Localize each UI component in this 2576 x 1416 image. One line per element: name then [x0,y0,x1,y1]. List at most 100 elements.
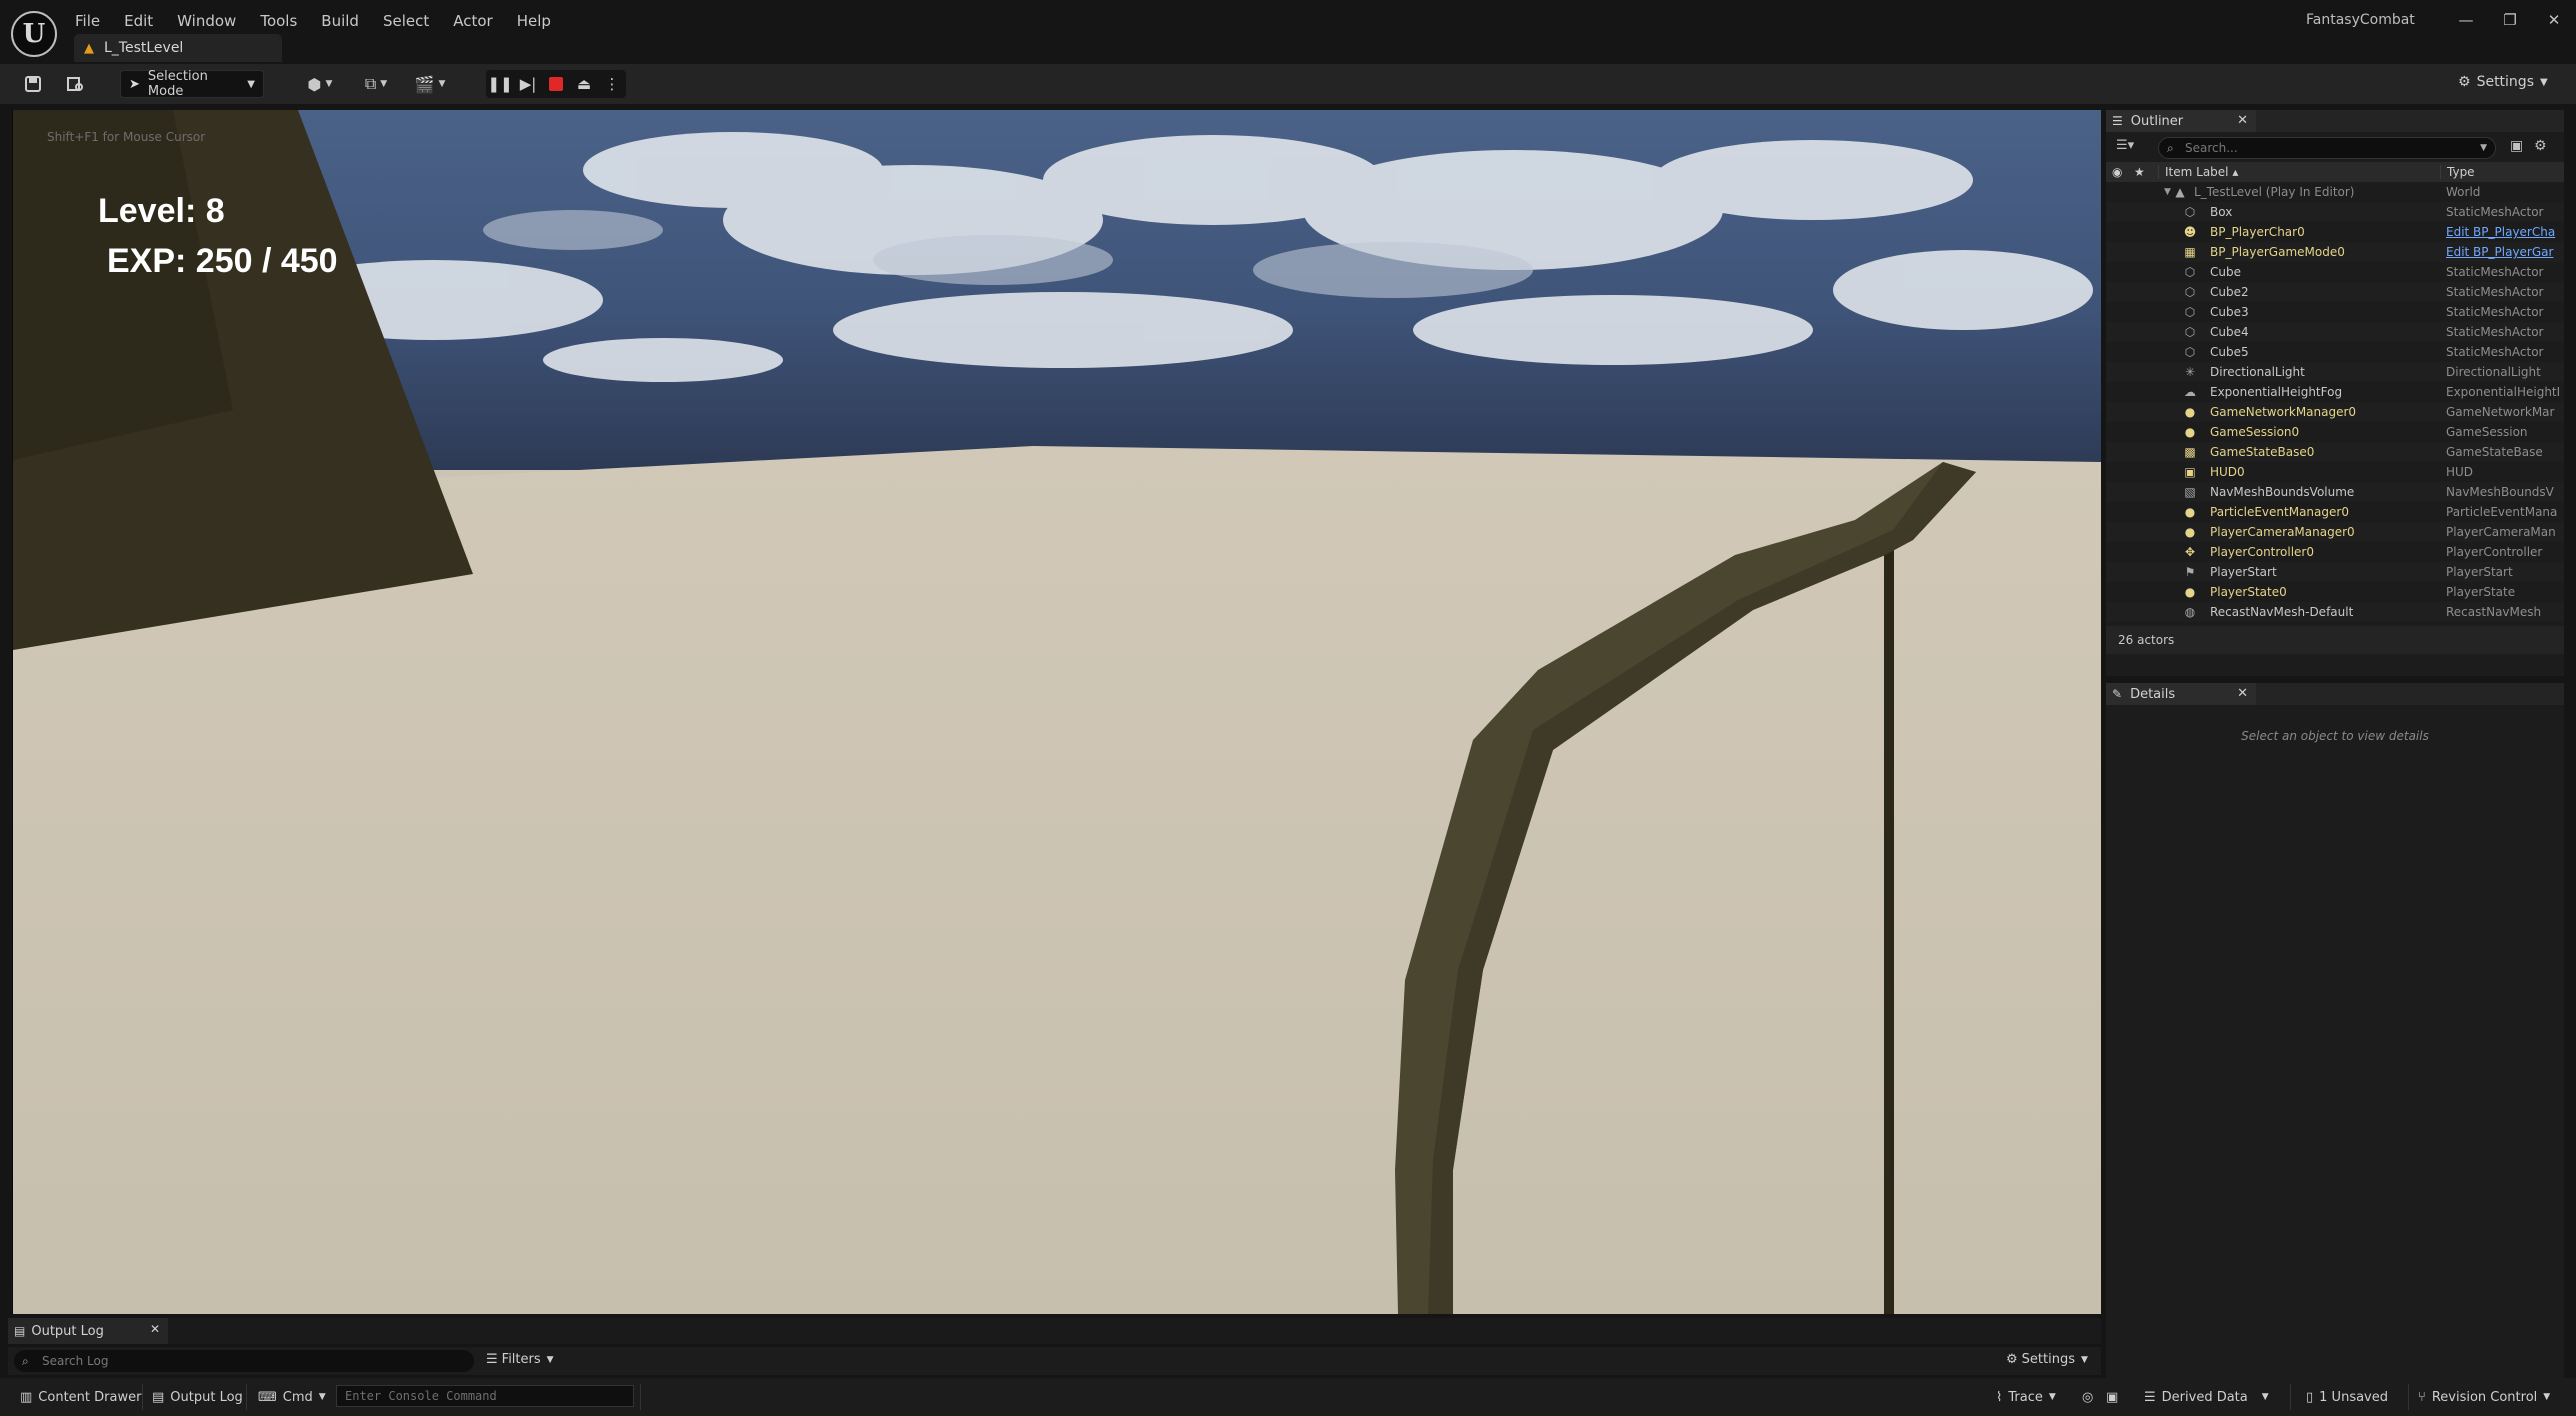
menu-help[interactable]: Help [517,12,551,30]
outliner-row[interactable]: ✳ DirectionalLight DirectionalLight [2106,362,2564,382]
cube-icon: ⬡ [2184,345,2196,359]
log-settings-button[interactable]: ⚙ Settings ▼ [2006,1352,2088,1367]
unsaved-button[interactable]: ▯ 1 Unsaved [2306,1386,2388,1408]
outliner-row[interactable]: ● GameNetworkManager0 GameNetworkMar [2106,402,2564,422]
menu-select[interactable]: Select [383,12,429,30]
project-name: FantasyCombat [2306,12,2415,28]
cmd-dropdown[interactable]: ⌨ Cmd ▼ [258,1386,326,1408]
close-icon[interactable]: ✕ [2237,686,2248,701]
trace-dropdown[interactable]: ⌇ Trace ▼ [1996,1386,2056,1408]
visibility-icon[interactable]: ◉ [2112,165,2122,179]
blueprint-icon[interactable]: ⧉ ▼ [356,73,396,95]
save-icon[interactable] [22,73,44,95]
outliner-row[interactable]: ● PlayerCameraManager0 PlayerCameraMan [2106,522,2564,542]
close-icon[interactable]: ✕ [150,1322,160,1336]
log-icon: ▤ [152,1389,165,1405]
outliner-tab-label: Outliner [2130,113,2184,129]
menu-edit[interactable]: Edit [124,12,153,30]
menu-file[interactable]: File [75,12,100,30]
minimize-icon[interactable]: — [2444,11,2488,29]
record-icon[interactable]: ◎ [2082,1386,2093,1408]
outliner-row[interactable]: ⬡ Cube4 StaticMeshActor [2106,322,2564,342]
log-search-input[interactable]: ⌕ Search Log [14,1350,474,1372]
game-viewport[interactable]: Shift+F1 for Mouse Cursor Level: 8 EXP: … [12,110,2101,1314]
browse-icon[interactable] [64,73,86,95]
chevron-down-icon: ▼ [546,1354,554,1365]
outliner-row[interactable]: ⬡ Cube2 StaticMeshActor [2106,282,2564,302]
column-item-label[interactable]: Item Label ▴ [2158,165,2238,179]
outliner-row[interactable]: ⬡ Cube3 StaticMeshActor [2106,302,2564,322]
pin-icon[interactable]: ★ [2134,165,2145,179]
settings-button[interactable]: ⚙ Settings ▼ [2458,74,2548,90]
outliner-row[interactable]: ● PlayerState0 PlayerState [2106,582,2564,602]
outliner-row-type: GameSession [2446,425,2528,439]
outliner-row-type: StaticMeshActor [2446,345,2544,359]
outliner-row[interactable]: ◍ RecastNavMesh-Default RecastNavMesh [2106,602,2564,622]
outliner-row[interactable]: ▦ BP_PlayerGameMode0 Edit BP_PlayerGar [2106,242,2564,262]
level-tab[interactable]: ▲ L_TestLevel [74,34,282,62]
outliner-row[interactable]: ▧ NavMeshBoundsVolume NavMeshBoundsV [2106,482,2564,502]
outliner-search-input[interactable]: ⌕ Search... ▼ [2158,137,2496,159]
outliner-row-type: NavMeshBoundsV [2446,485,2554,499]
outliner-row[interactable]: ☻ BP_PlayerChar0 Edit BP_PlayerCha [2106,222,2564,242]
outliner-row-type-link[interactable]: Edit BP_PlayerCha [2446,225,2562,239]
outliner-row[interactable]: ☁ ExponentialHeightFog ExponentialHeightI [2106,382,2564,402]
revision-control-button[interactable]: ⑂ Revision Control ▼ [2418,1386,2550,1408]
menu-build[interactable]: Build [321,12,359,30]
navmesh-icon: ◍ [2184,605,2196,619]
chevron-down-icon[interactable]: ▼ [2164,187,2171,197]
outliner-row-type-link[interactable]: Edit BP_PlayerGar [2446,245,2562,259]
menu-actor[interactable]: Actor [453,12,492,30]
outliner-row[interactable]: ⬡ Cube5 StaticMeshActor [2106,342,2564,362]
filters-button[interactable]: ☰ Filters ▼ [486,1352,554,1367]
output-log-button[interactable]: ▤ Output Log [152,1386,243,1408]
outliner-row[interactable]: ● GameSession0 GameSession [2106,422,2564,442]
more-options-icon[interactable]: ⋮ [598,70,626,98]
actor-icon: ● [2184,405,2196,419]
tab-details[interactable]: ✎ Details ✕ [2106,683,2256,705]
add-actor-icon[interactable]: ⬢ ▼ [300,73,340,95]
close-window-icon[interactable]: ✕ [2532,11,2576,29]
restore-icon[interactable]: ❐ [2488,11,2532,29]
eject-icon[interactable]: ⏏ [570,70,598,98]
outliner-row[interactable]: ⚑ PlayerStart PlayerStart [2106,562,2564,582]
camera-icon[interactable]: ▣ [2106,1386,2118,1408]
chevron-down-icon: ▼ [2543,1392,2551,1402]
outliner-row[interactable]: ⬡ Box StaticMeshActor [2106,202,2564,222]
cinematics-icon[interactable]: 🎬 ▼ [410,73,450,95]
gear-icon: ⚙ [2458,74,2471,90]
hud-level-text: Level: 8 [98,192,225,230]
outliner-row[interactable]: ⬡ Cube StaticMeshActor [2106,262,2564,282]
search-icon: ⌕ [22,1354,29,1368]
filter-icon[interactable]: ☰▾ [2116,138,2134,153]
outliner-row[interactable]: ▩ GameStateBase0 GameStateBase [2106,442,2564,462]
character-icon: ☻ [2183,225,2197,239]
skip-frame-icon[interactable]: ▶| [514,70,542,98]
gear-icon[interactable]: ⚙ [2534,138,2547,154]
console-command-input[interactable]: Enter Console Command [336,1385,634,1407]
unreal-logo-icon[interactable]: U [11,11,57,57]
column-type[interactable]: Type [2440,165,2475,179]
outliner-row-label: BP_PlayerChar0 [2210,225,2305,239]
menu-tools[interactable]: Tools [260,12,297,30]
tab-output-log[interactable]: ▤ Output Log ✕ [8,1318,168,1344]
derived-data-label: Derived Data [2161,1389,2248,1405]
outliner-row[interactable]: ✥ PlayerController0 PlayerController [2106,542,2564,562]
console-placeholder: Enter Console Command [345,1389,497,1403]
pause-icon[interactable]: ❚❚ [486,70,514,98]
menu-window[interactable]: Window [177,12,236,30]
outliner-row-type: PlayerStart [2446,565,2513,579]
stop-icon[interactable] [542,70,570,98]
tree-root-row[interactable]: ▼ ▲ L_TestLevel (Play In Editor) World [2106,182,2564,202]
tab-outliner[interactable]: ☰ Outliner ✕ [2106,110,2256,132]
viewport-scene [13,110,2101,1314]
close-icon[interactable]: ✕ [2237,113,2248,128]
outliner-row[interactable]: ● ParticleEventManager0 ParticleEventMana [2106,502,2564,522]
revision-control-label: Revision Control [2431,1389,2538,1405]
outliner-row[interactable]: ▣ HUD0 HUD [2106,462,2564,482]
add-folder-icon[interactable]: ▣ [2510,138,2523,154]
derived-data-button[interactable]: ☰ Derived Data ▼ [2144,1386,2269,1408]
unsaved-label: 1 Unsaved [2319,1389,2388,1405]
selection-mode-dropdown[interactable]: ➤ Selection Mode ▼ [120,69,264,99]
content-drawer-button[interactable]: ▥ Content Drawer [20,1386,141,1408]
